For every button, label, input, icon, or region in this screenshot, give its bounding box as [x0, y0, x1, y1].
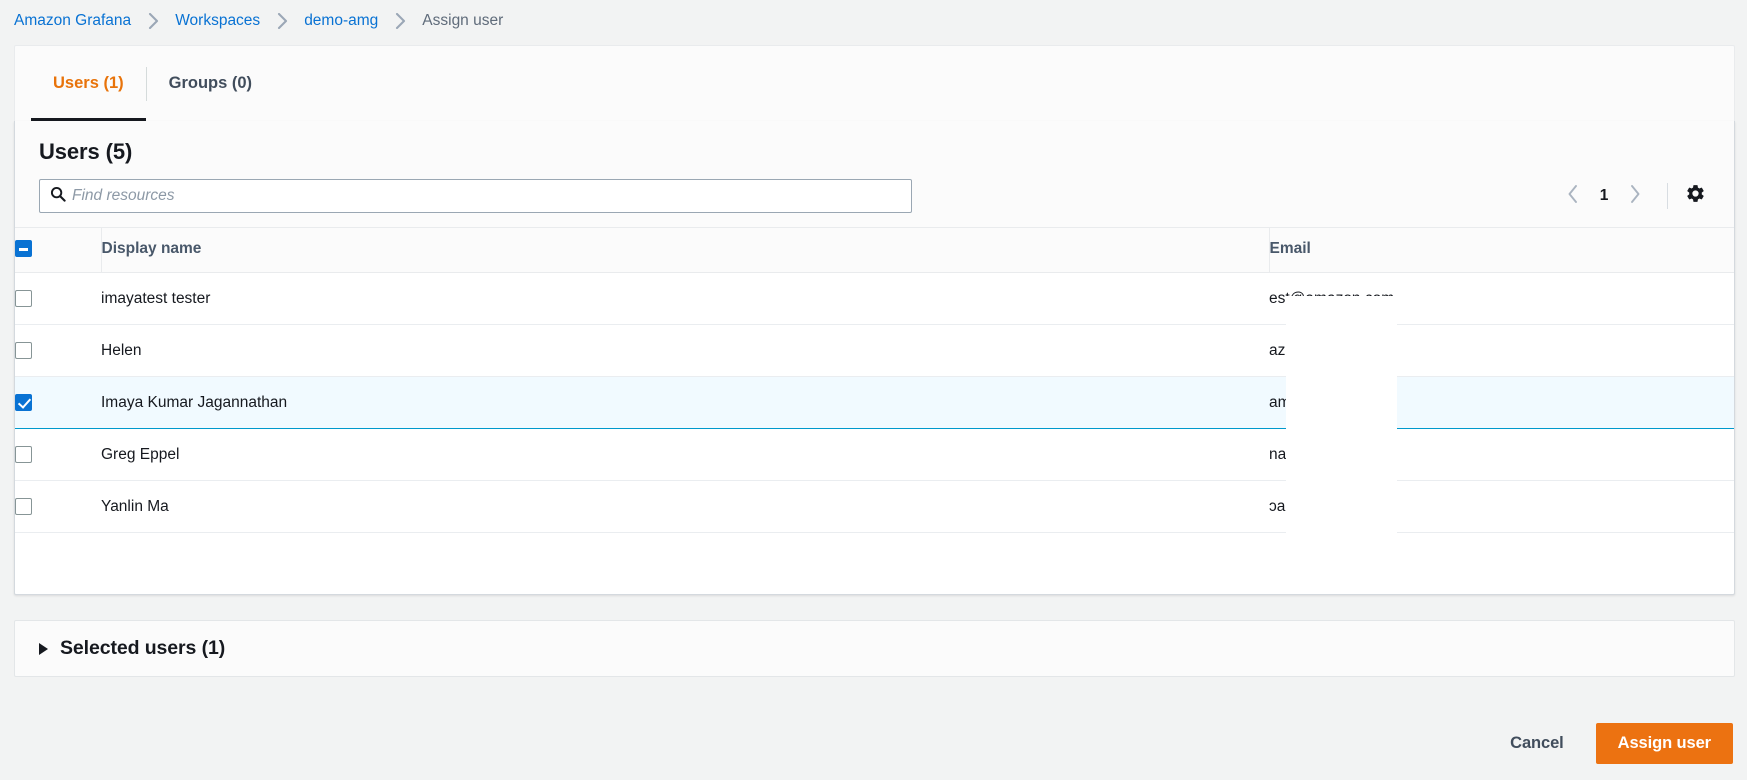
cancel-button[interactable]: Cancel	[1496, 726, 1578, 761]
users-table-card: Users (5) Find resources 1 Display name …	[14, 121, 1735, 595]
preferences-button[interactable]	[1680, 181, 1710, 211]
breadcrumb-item-amazon-grafana[interactable]: Amazon Grafana	[14, 12, 131, 30]
breadcrumb-item-assign-user: Assign user	[422, 12, 504, 29]
tab-groups[interactable]: Groups (0)	[147, 46, 274, 121]
chevron-right-icon	[260, 13, 304, 29]
column-header-email[interactable]: Email	[1268, 228, 1734, 273]
caret-right-icon	[39, 642, 48, 655]
row-checkbox[interactable]	[15, 497, 32, 515]
cell-email: nazon.com	[1269, 428, 1734, 481]
pagination-page-1[interactable]: 1	[1591, 187, 1617, 205]
cell-email: est@amazon.com	[1269, 272, 1734, 325]
tab-users[interactable]: Users (1)	[31, 46, 146, 122]
search-input[interactable]	[72, 187, 901, 205]
assign-user-button[interactable]: Assign user	[1595, 723, 1733, 764]
breadcrumb-item-demo-amg[interactable]: demo-amg	[304, 12, 378, 30]
chevron-right-icon	[1629, 184, 1641, 208]
table-row[interactable]: Imaya Kumar Jagannathan amazon.com	[15, 376, 1734, 429]
cell-email: azon.com	[1269, 324, 1734, 377]
cell-email: amazon.com	[1269, 376, 1734, 429]
chevron-right-icon	[131, 13, 175, 29]
select-all-header-cell	[15, 228, 101, 273]
search-input-wrapper[interactable]	[39, 179, 912, 213]
tab-users-label: Users (1)	[53, 74, 124, 92]
column-header-display-name[interactable]: Display name	[100, 228, 1269, 273]
form-actions: Cancel Assign user	[1496, 723, 1733, 764]
tab-groups-label: Groups (0)	[168, 74, 253, 92]
table-row[interactable]: Yanlin Ma ɔamazon.com	[15, 480, 1734, 533]
row-checkbox-cell	[15, 272, 101, 325]
cell-display-name: Greg Eppel	[101, 428, 1269, 481]
row-checkbox[interactable]	[15, 445, 32, 463]
table-header-bar: Users (5) Find resources 1	[15, 121, 1734, 228]
chevron-left-icon	[1567, 184, 1579, 208]
pagination-next-button[interactable]	[1617, 179, 1653, 213]
pagination-divider	[1667, 183, 1668, 209]
breadcrumb: Amazon Grafana Workspaces demo-amg Assig…	[0, 0, 1747, 42]
page-title: Users (5)	[39, 139, 133, 164]
select-all-checkbox[interactable]	[15, 240, 32, 258]
cell-display-name: imayatest tester	[101, 272, 1269, 325]
assign-user-page: Amazon Grafana Workspaces demo-amg Assig…	[0, 0, 1747, 780]
table-header-row: Display name Email	[15, 228, 1734, 273]
cell-display-name: Helen	[101, 324, 1269, 377]
gear-icon	[1685, 183, 1706, 209]
pagination: 1	[1555, 179, 1710, 213]
cell-display-name: Yanlin Ma	[101, 480, 1269, 533]
tab-strip: Users (1) Groups (0)	[14, 45, 1735, 122]
row-checkbox-cell	[15, 324, 101, 377]
row-checkbox[interactable]	[15, 289, 32, 307]
table-body: imayatest tester est@amazon.com Helen az…	[15, 272, 1734, 533]
row-checkbox-cell	[15, 376, 101, 429]
search-icon	[50, 186, 66, 207]
table-row[interactable]: Helen azon.com	[15, 324, 1734, 377]
selected-users-expandable[interactable]: Selected users (1)	[14, 620, 1735, 677]
table-row[interactable]: Greg Eppel nazon.com	[15, 428, 1734, 481]
cell-email: ɔamazon.com	[1269, 480, 1734, 533]
table-row[interactable]: imayatest tester est@amazon.com	[15, 272, 1734, 325]
row-checkbox-cell	[15, 480, 101, 533]
pagination-previous-button[interactable]	[1555, 179, 1591, 213]
selected-users-label: Selected users (1)	[60, 637, 226, 659]
users-table: Display name Email imayatest tester est@…	[15, 228, 1734, 533]
row-checkbox[interactable]	[15, 393, 32, 411]
chevron-right-icon	[378, 13, 422, 29]
breadcrumb-item-workspaces[interactable]: Workspaces	[175, 12, 260, 30]
row-checkbox-cell	[15, 428, 101, 481]
row-checkbox[interactable]	[15, 341, 32, 359]
cell-display-name: Imaya Kumar Jagannathan	[101, 376, 1269, 429]
